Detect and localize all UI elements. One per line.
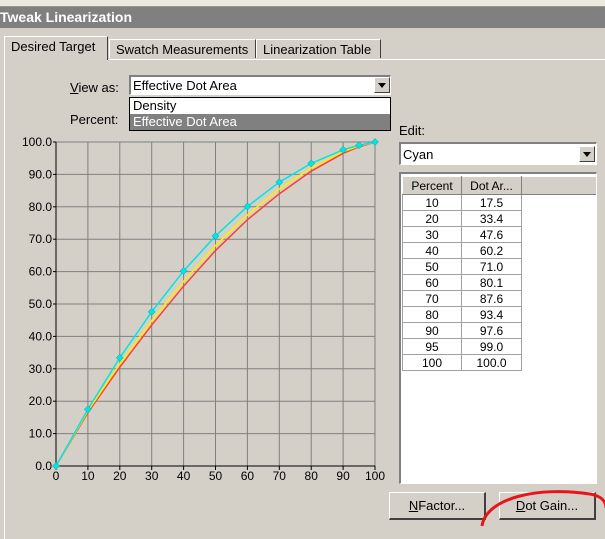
table-row[interactable]: 20 33.4: [402, 210, 597, 227]
x-tick-label: 80: [305, 469, 319, 483]
cell-percent[interactable]: 40: [402, 242, 462, 259]
cell-dot-area[interactable]: 97.6: [461, 322, 522, 339]
linearization-chart: 0 10 20 30 40 50 60 70 80 90 100 0.0 10.0 20.0 30.0 40.…: [22, 135, 385, 483]
nfactor-button[interactable]: NFactor...: [389, 492, 486, 520]
cell-dot-area[interactable]: 87.6: [461, 290, 522, 307]
percent-label: Percent:: [70, 112, 119, 127]
top-frame-edge: [0, 0, 605, 7]
red-annotation-circle: [480, 490, 605, 527]
x-tick-label: 20: [113, 469, 127, 483]
tab-label: Swatch Measurements: [116, 42, 249, 57]
y-tick-label: 50.0: [29, 297, 53, 311]
x-tick-label: 70: [273, 469, 287, 483]
cell-dot-area[interactable]: 47.6: [461, 226, 522, 243]
tab-linearization-table[interactable]: Linearization Table: [256, 39, 381, 58]
tab-label: Linearization Table: [263, 42, 372, 57]
cell-dot-area[interactable]: 33.4: [461, 210, 522, 227]
y-tick-label: 100.0: [22, 135, 52, 149]
view-as-label: View as:: [70, 80, 119, 95]
cell-percent[interactable]: 60: [402, 274, 462, 291]
cell-dot-area[interactable]: 100.0: [461, 354, 522, 371]
edit-label: Edit:: [399, 123, 426, 138]
cell-percent[interactable]: 80: [402, 306, 462, 323]
cell-percent[interactable]: 100: [402, 354, 462, 371]
y-tick-label: 60.0: [29, 265, 53, 279]
table-row[interactable]: 40 60.2: [402, 242, 597, 259]
cell-percent[interactable]: 20: [402, 210, 462, 227]
table-row[interactable]: 100 100.0: [402, 354, 597, 371]
cell-dot-area[interactable]: 71.0: [461, 258, 522, 275]
y-tick-label: 0.0: [35, 459, 52, 473]
x-tick-label: 40: [177, 469, 191, 483]
cell-dot-area[interactable]: 80.1: [461, 274, 522, 291]
cell-dot-area[interactable]: 99.0: [461, 338, 522, 355]
y-tick-label: 70.0: [29, 232, 53, 246]
chevron-down-icon[interactable]: [579, 146, 595, 162]
tab-desired-target[interactable]: Desired Target: [4, 36, 108, 60]
x-tick-label: 90: [336, 469, 350, 483]
table-row[interactable]: 10 17.5: [402, 194, 597, 211]
x-tick-label: 30: [145, 469, 159, 483]
table-row[interactable]: 80 93.4: [402, 306, 597, 323]
column-header-empty: [521, 176, 596, 195]
window-title-bar: Tweak Linearization: [0, 7, 605, 28]
edit-channel-select[interactable]: Cyan: [399, 142, 597, 165]
view-as-value: Effective Dot Area: [133, 78, 237, 93]
column-header-percent[interactable]: Percent: [402, 176, 462, 195]
dropdown-option-density[interactable]: Density: [130, 98, 390, 114]
cell-percent[interactable]: 50: [402, 258, 462, 275]
table-row[interactable]: 70 87.6: [402, 290, 597, 307]
column-header-dot-area[interactable]: Dot Ar...: [461, 176, 522, 195]
table-row[interactable]: 60 80.1: [402, 274, 597, 291]
window-title: Tweak Linearization: [0, 9, 132, 25]
dropdown-option-effective-dot-area[interactable]: Effective Dot Area: [130, 114, 390, 130]
table-row[interactable]: 30 47.6: [402, 226, 597, 243]
table-row[interactable]: 50 71.0: [402, 258, 597, 275]
tab-label: Desired Target: [11, 39, 96, 54]
edit-channel-value: Cyan: [403, 147, 434, 162]
x-tick-label: 10: [81, 469, 95, 483]
y-tick-label: 30.0: [29, 362, 53, 376]
cell-percent[interactable]: 90: [402, 322, 462, 339]
tab-swatch-measurements[interactable]: Swatch Measurements: [109, 39, 256, 58]
cell-percent[interactable]: 10: [402, 194, 462, 211]
cell-percent[interactable]: 30: [402, 226, 462, 243]
x-tick-label: 100: [365, 469, 385, 483]
table-row[interactable]: 95 99.0: [402, 338, 597, 355]
view-as-dropdown-list: Density Effective Dot Area: [129, 97, 391, 131]
y-tick-label: 20.0: [29, 394, 53, 408]
view-as-select[interactable]: Effective Dot Area: [129, 75, 391, 95]
cell-dot-area[interactable]: 17.5: [461, 194, 522, 211]
x-tick-label: 0: [53, 469, 60, 483]
cell-dot-area[interactable]: 60.2: [461, 242, 522, 259]
table-row[interactable]: 90 97.6: [402, 322, 597, 339]
cell-percent[interactable]: 70: [402, 290, 462, 307]
x-tick-label: 50: [209, 469, 223, 483]
cell-dot-area[interactable]: 93.4: [461, 306, 522, 323]
linearization-table[interactable]: Percent Dot Ar... 10 17.5 20 33.4 30 47.6 40 60…: [399, 172, 597, 484]
cell-percent[interactable]: 95: [402, 338, 462, 355]
y-tick-label: 90.0: [29, 167, 53, 181]
y-tick-label: 10.0: [29, 427, 53, 441]
chevron-down-icon[interactable]: [374, 77, 390, 93]
x-tick-label: 60: [241, 469, 255, 483]
y-tick-label: 80.0: [29, 200, 53, 214]
y-tick-label: 40.0: [29, 329, 53, 343]
